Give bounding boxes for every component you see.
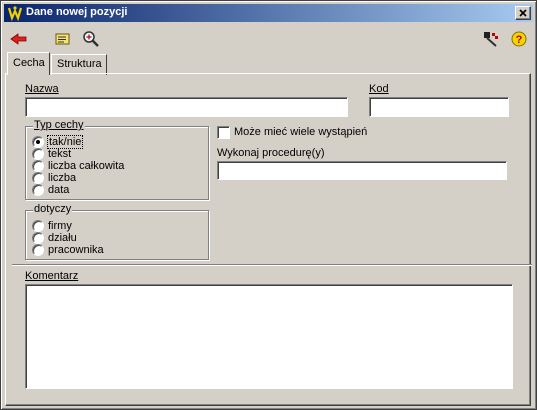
tab-panel: Nazwa Kod Typ cechy tak/nie tekst liczba… xyxy=(5,73,532,406)
tool-button[interactable] xyxy=(480,28,502,50)
radio-data-label: data xyxy=(48,184,70,196)
radio-icon xyxy=(32,148,44,160)
app-logo-icon xyxy=(7,6,23,21)
komentarz-textarea[interactable] xyxy=(25,284,513,389)
dotyczy-group: dotyczy firmy działu pracownika xyxy=(25,203,209,260)
radio-dzialu-label: działu xyxy=(48,232,77,244)
window-title: Dane nowej pozycji xyxy=(26,6,128,18)
radio-tak-nie-label: tak/nie xyxy=(46,135,84,149)
tab-cecha-label: Cecha xyxy=(13,57,45,69)
radio-checked-icon xyxy=(32,136,44,148)
radio-liczba-calkowita-label: liczba całkowita xyxy=(48,160,125,172)
radio-liczba-calkowita[interactable]: liczba całkowita xyxy=(32,160,124,172)
radio-liczba-label: liczba xyxy=(48,172,77,184)
back-button[interactable] xyxy=(8,28,30,50)
radio-icon xyxy=(32,172,44,184)
radio-icon xyxy=(32,220,44,232)
komentarz-label: Komentarz xyxy=(25,270,79,282)
close-button[interactable] xyxy=(515,6,531,20)
dialog-window: Dane nowej pozycji ? Cecha Struktura Naz… xyxy=(0,0,537,410)
radio-pracownika[interactable]: pracownika xyxy=(32,244,104,256)
radio-tekst[interactable]: tekst xyxy=(32,148,71,160)
kod-input[interactable] xyxy=(369,97,509,117)
kod-label: Kod xyxy=(369,83,389,95)
magnifier-icon xyxy=(83,31,99,47)
help-icon: ? xyxy=(511,31,527,47)
radio-dzialu[interactable]: działu xyxy=(32,232,77,244)
radio-tekst-label: tekst xyxy=(48,148,72,160)
search-button[interactable] xyxy=(80,28,102,50)
tab-cecha[interactable]: Cecha xyxy=(7,52,50,75)
tab-struktura[interactable]: Struktura xyxy=(51,54,107,75)
dotyczy-title: dotyczy xyxy=(33,203,73,215)
separator xyxy=(12,264,532,266)
procedura-label: Wykonaj procedurę(y) xyxy=(217,147,325,159)
radio-data[interactable]: data xyxy=(32,184,69,196)
back-arrow-icon xyxy=(10,33,27,45)
radio-firmy-label: firmy xyxy=(48,220,72,232)
radio-icon xyxy=(32,244,44,256)
typ-cechy-group: Typ cechy tak/nie tekst liczba całkowita… xyxy=(25,119,209,200)
close-icon xyxy=(519,9,527,17)
title-bar[interactable]: Dane nowej pozycji xyxy=(4,4,533,22)
nazwa-label: Nazwa xyxy=(25,83,59,95)
nazwa-input[interactable] xyxy=(25,97,348,117)
typ-cechy-title: Typ cechy xyxy=(33,119,85,131)
tool-icon xyxy=(484,32,498,47)
procedura-input[interactable] xyxy=(217,161,507,180)
wiele-wystapien-checkbox[interactable] xyxy=(217,126,230,139)
edit-card-icon xyxy=(55,33,70,45)
radio-firmy[interactable]: firmy xyxy=(32,220,72,232)
radio-pracownika-label: pracownika xyxy=(48,244,104,256)
help-button[interactable]: ? xyxy=(508,28,530,50)
radio-icon xyxy=(32,160,44,172)
radio-liczba[interactable]: liczba xyxy=(32,172,76,184)
svg-text:?: ? xyxy=(516,34,523,46)
edit-button[interactable] xyxy=(52,28,74,50)
tab-struktura-label: Struktura xyxy=(57,58,102,70)
wiele-wystapien-label: Może mieć wiele wystąpień xyxy=(234,126,368,138)
radio-icon xyxy=(32,184,44,196)
radio-icon xyxy=(32,232,44,244)
radio-tak-nie[interactable]: tak/nie xyxy=(32,135,84,149)
